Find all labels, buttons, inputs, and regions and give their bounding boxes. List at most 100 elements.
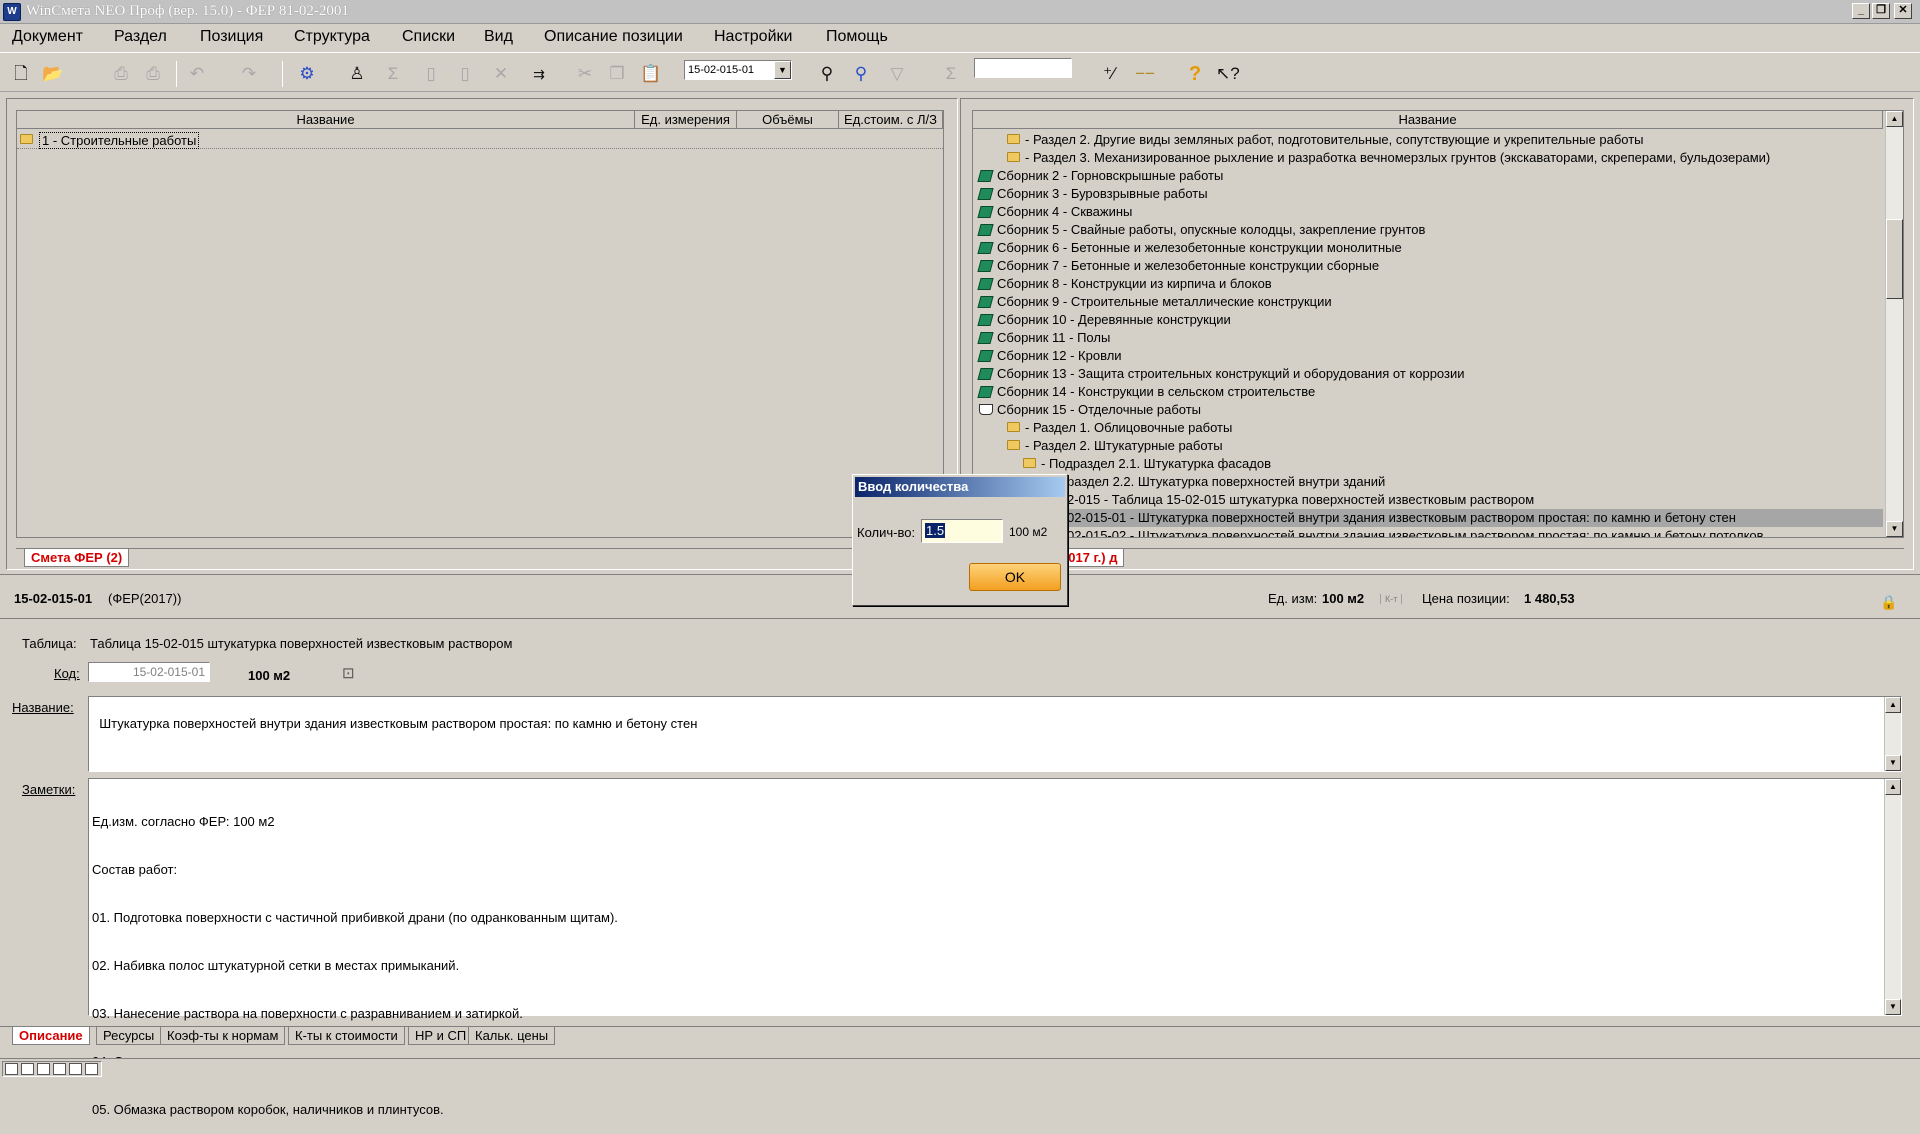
tree-row[interactable]: - Раздел 3. Механизированное рыхление и …	[973, 149, 1883, 167]
tree-row[interactable]: Сборник 9 - Строительные металлические к…	[973, 293, 1883, 311]
context-help-icon[interactable]: ↖?	[1216, 63, 1240, 85]
row-name[interactable]: 1 - Строительные работы	[39, 132, 200, 149]
col-header-volume[interactable]: Объёмы	[737, 111, 839, 129]
tree-row[interactable]: Сборник 13 - Защита строительных констру…	[973, 365, 1883, 383]
sum-filter-icon[interactable]: Σ	[940, 63, 962, 85]
menu-view[interactable]: Вид	[484, 28, 513, 46]
chevron-down-icon[interactable]: ▼	[774, 61, 791, 79]
menu-document[interactable]: Документ	[12, 28, 83, 46]
restore-button[interactable]: ❐	[1872, 3, 1890, 19]
menu-position[interactable]: Позиция	[200, 28, 263, 46]
binoculars-icon[interactable]: ⚲	[816, 63, 838, 85]
person-icon[interactable]: ♙	[346, 63, 368, 85]
close-button[interactable]: ✕	[1894, 3, 1912, 19]
tree-row[interactable]: Сборник 10 - Деревянные конструкции	[973, 311, 1883, 329]
tree-row[interactable]: - Раздел 1. Облицовочные работы	[973, 419, 1883, 437]
view-table-icon[interactable]	[37, 1063, 50, 1075]
search-next-icon[interactable]: ⚲	[850, 63, 872, 85]
tab-description[interactable]: Описание	[12, 1027, 90, 1045]
undo-icon[interactable]: ↶	[186, 63, 208, 85]
view-detail-icon[interactable]	[69, 1063, 82, 1075]
table-row[interactable]: 1 - Строительные работы	[17, 131, 943, 149]
scroll-up-icon[interactable]: ▲	[1885, 779, 1901, 795]
paste-icon[interactable]: 📋	[640, 63, 662, 85]
col-header-name[interactable]: Название	[17, 111, 635, 129]
view-tree-icon[interactable]	[53, 1063, 66, 1075]
new-document-icon[interactable]: 🗋	[10, 63, 32, 85]
tree-row[interactable]: Сборник 12 - Кровли	[973, 347, 1883, 365]
scroll-down-icon[interactable]: ▼	[1885, 755, 1901, 771]
menu-position-description[interactable]: Описание позиции	[544, 28, 683, 46]
notes-field[interactable]: Ед.изм. согласно ФЕР: 100 м2 Состав рабо…	[88, 778, 1902, 1117]
ok-button[interactable]: OK	[969, 563, 1061, 591]
view-normal-icon[interactable]	[5, 1063, 18, 1075]
lookup-icon[interactable]: ⊡	[342, 664, 362, 684]
coefficient-button[interactable]: К-т	[1380, 594, 1403, 604]
tree-row[interactable]: Сборник 11 - Полы	[973, 329, 1883, 347]
tree-row[interactable]: Сборник 3 - Буровзрывные работы	[973, 185, 1883, 203]
tree-row[interactable]: 02-015-01 - Штукатурка поверхностей внут…	[973, 509, 1883, 527]
open-folder-icon[interactable]: 📂	[42, 63, 64, 85]
tree-row[interactable]: Сборник 7 - Бетонные и железобетонные ко…	[973, 257, 1883, 275]
name-scrollbar[interactable]: ▲ ▼	[1884, 697, 1901, 771]
scroll-down-icon[interactable]: ▼	[1886, 521, 1903, 537]
tree-row[interactable]: 02-015-02 - Штукатурка поверхностей внут…	[973, 527, 1883, 537]
help-icon[interactable]: ?	[1184, 63, 1206, 85]
delete-icon[interactable]: ✕	[490, 63, 512, 85]
notes-scrollbar[interactable]: ▲ ▼	[1884, 779, 1901, 1015]
menu-section[interactable]: Раздел	[114, 28, 167, 46]
minimize-button[interactable]: _	[1852, 3, 1870, 19]
search-input[interactable]	[974, 58, 1072, 78]
move-icon[interactable]: ⇉	[528, 63, 550, 85]
scroll-up-icon[interactable]: ▲	[1885, 697, 1901, 713]
tree-row[interactable]: - Раздел 2. Другие виды земляных работ, …	[973, 131, 1883, 149]
scroll-thumb[interactable]	[1886, 219, 1903, 299]
tab-overhead-profit[interactable]: НР и СП	[408, 1027, 474, 1045]
scroll-up-icon[interactable]: ▲	[1886, 111, 1903, 127]
view-split-icon[interactable]	[21, 1063, 34, 1075]
code-combobox[interactable]: 15-02-015-01 ▼	[684, 60, 792, 80]
sum-icon[interactable]: Σ	[382, 63, 404, 85]
tree-row[interactable]: - Раздел 2. Штукатурные работы	[973, 437, 1883, 455]
tree-scrollbar[interactable]: ▲ ▼	[1885, 111, 1903, 537]
tree-row[interactable]: Сборник 2 - Горновскрышные работы	[973, 167, 1883, 185]
menu-settings[interactable]: Настройки	[714, 28, 792, 46]
add-coefficient-icon[interactable]: ⁺∕	[1098, 63, 1120, 85]
insert-n-icon[interactable]: ▯	[454, 63, 476, 85]
tree-row[interactable]: Сборник 15 - Отделочные работы	[973, 401, 1883, 419]
tab-resources[interactable]: Ресурсы	[96, 1027, 162, 1045]
insert-p-icon[interactable]: ▯	[420, 63, 442, 85]
filter-icon[interactable]: ▽	[886, 63, 908, 85]
tree-row[interactable]: Сборник 4 - Скважины	[973, 203, 1883, 221]
remove-coefficient-icon[interactable]: −−	[1134, 63, 1156, 85]
menu-lists[interactable]: Списки	[402, 28, 455, 46]
view-list-icon[interactable]	[85, 1063, 98, 1075]
tree-row[interactable]: Сборник 14 - Конструкции в сельском стро…	[973, 383, 1883, 401]
quantity-input[interactable]: 1.5	[921, 519, 1003, 543]
tree-row[interactable]: раздел 2.2. Штукатурка поверхностей внут…	[973, 473, 1883, 491]
lock-icon[interactable]: 🔒	[1880, 594, 1897, 610]
calculate-icon[interactable]: ⚙	[296, 63, 318, 85]
scroll-down-icon[interactable]: ▼	[1885, 999, 1901, 1015]
col-header-unit-cost[interactable]: Ед.стоим. с Л/З	[839, 111, 943, 129]
redo-icon[interactable]: ↷	[238, 63, 260, 85]
tab-price-calc[interactable]: Кальк. цены	[468, 1027, 556, 1045]
tab-estimate-fer[interactable]: Смета ФЕР (2)	[24, 549, 130, 567]
menu-help[interactable]: Помощь	[826, 28, 888, 46]
tree-row[interactable]: Сборник 5 - Свайные работы, опускные кол…	[973, 221, 1883, 239]
col-header-unit[interactable]: Ед. измерения	[635, 111, 737, 129]
tree-row[interactable]: Сборник 8 - Конструкции из кирпича и бло…	[973, 275, 1883, 293]
print-icon[interactable]: ⎙	[110, 63, 132, 85]
tree-row[interactable]: Сборник 6 - Бетонные и железобетонные ко…	[973, 239, 1883, 257]
menu-structure[interactable]: Структура	[294, 28, 370, 46]
tree-row[interactable]: - Подраздел 2.1. Штукатурка фасадов	[973, 455, 1883, 473]
tab-cost-coefficients[interactable]: К-ты к стоимости	[288, 1027, 405, 1045]
tree-row[interactable]: 2-015 - Таблица 15-02-015 штукатурка пов…	[973, 491, 1883, 509]
print-preview-icon[interactable]: ⎙	[142, 63, 164, 85]
name-field[interactable]: Штукатурка поверхностей внутри здания из…	[88, 696, 1902, 772]
copy-icon[interactable]: ❐	[606, 63, 628, 85]
cut-icon[interactable]: ✂	[574, 63, 596, 85]
tree-header-name[interactable]: Название	[973, 111, 1883, 129]
code-field[interactable]: 15-02-015-01	[88, 662, 210, 682]
tab-norm-coefficients[interactable]: Коэф-ты к нормам	[160, 1027, 286, 1045]
